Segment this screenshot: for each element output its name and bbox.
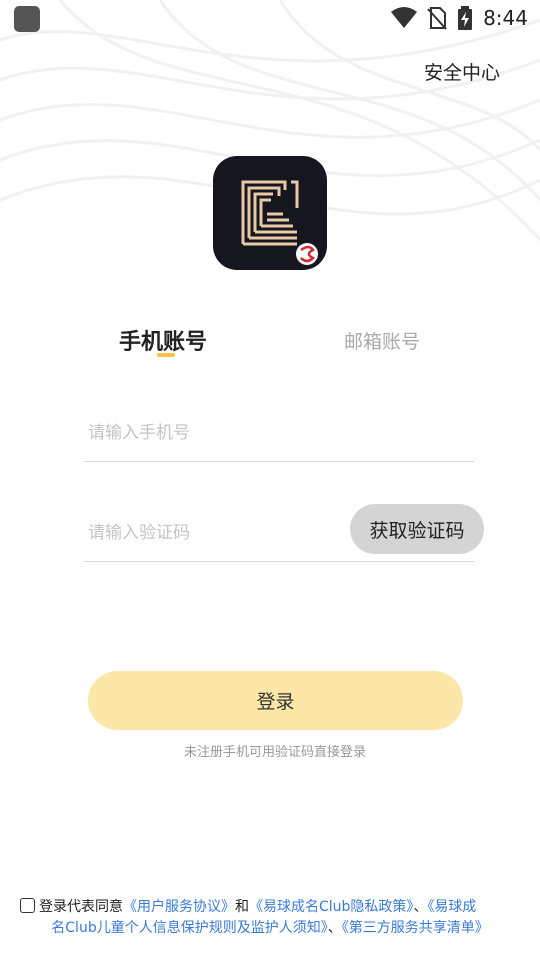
login-hint: 未注册手机可用验证码直接登录	[183, 745, 366, 760]
third-party-sharing-link[interactable]: 《第三方服务共享清单》	[342, 920, 489, 936]
security-center-link[interactable]: 安全中心	[424, 58, 500, 85]
status-time: 8:44	[483, 6, 528, 30]
login-button[interactable]: 登录	[88, 671, 463, 730]
agreement-text: 登录代表同意《用户服务协议》和《易球成名Club隐私政策》、《易球成 名Club…	[20, 897, 520, 939]
tab-phone-account[interactable]: 手机账号	[119, 324, 207, 356]
agree-checkbox[interactable]	[20, 898, 35, 913]
status-icons: 8:44	[391, 5, 528, 31]
get-code-button[interactable]: 获取验证码	[350, 504, 484, 554]
children-privacy-link-part2[interactable]: 名Club儿童个人信息保护规则及监护人须知》	[51, 920, 327, 936]
user-service-agreement-link[interactable]: 《用户服务协议》	[123, 899, 235, 915]
tab-email-account[interactable]: 邮箱账号	[344, 327, 420, 354]
app-logo	[213, 156, 327, 270]
phone-field	[84, 408, 474, 462]
privacy-policy-link[interactable]: 《易球成名Club隐私政策》	[249, 899, 413, 915]
agreement-line-2: 名Club儿童个人信息保护规则及监护人须知》、《第三方服务共享清单》	[20, 918, 520, 939]
battery-charging-icon	[458, 6, 473, 30]
agreement-prefix: 登录代表同意	[39, 899, 123, 915]
verification-code-input[interactable]	[88, 520, 338, 546]
agreement-separator-2: 、	[327, 920, 342, 936]
agreement-and: 和	[235, 899, 249, 915]
agreement-separator: 、	[413, 899, 428, 915]
children-privacy-link-part1[interactable]: 《易球成	[427, 899, 476, 915]
wifi-icon	[391, 7, 418, 28]
tab-active-indicator	[157, 353, 175, 357]
phone-input[interactable]	[88, 420, 338, 446]
app-icon	[14, 6, 40, 32]
status-bar: 8:44	[0, 0, 540, 36]
no-sim-icon	[427, 7, 447, 30]
